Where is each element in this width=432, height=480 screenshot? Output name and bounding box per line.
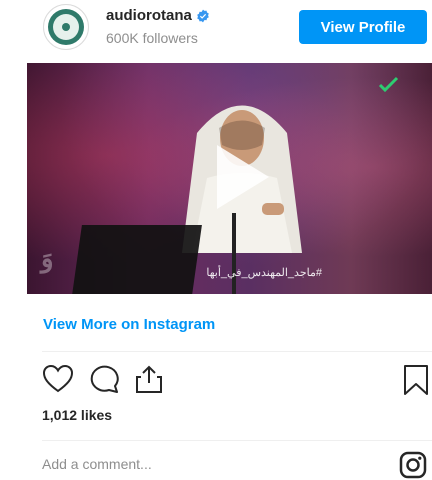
post-header: audiorotana 600K followers View Profile [0,0,432,58]
play-icon[interactable] [197,137,277,217]
verified-badge-icon [197,9,209,22]
view-more-link[interactable]: View More on Instagram [43,316,215,333]
corner-logo: وَ [41,243,54,273]
bookmark-icon[interactable] [402,364,430,396]
instagram-icon[interactable] [399,451,427,479]
music-stand [72,225,202,294]
follower-count: 600K followers [106,30,198,46]
view-profile-button[interactable]: View Profile [299,10,427,44]
avatar[interactable] [43,4,89,50]
username-text[interactable]: audiorotana [106,7,192,24]
video-caption: #ماجد_المهندس_في_أبها [206,267,322,279]
divider [42,440,432,441]
like-count[interactable]: 1,012 likes [42,407,112,423]
heart-icon[interactable] [42,364,74,394]
divider [42,351,432,352]
video-player[interactable]: وَ #ماجد_المهندس_في_أبها [27,63,432,294]
microphone-stand [232,213,236,294]
channel-logo-icon [378,76,399,93]
share-icon[interactable] [134,364,164,394]
username[interactable]: audiorotana [106,7,210,24]
comment-icon[interactable] [89,364,121,394]
comment-input[interactable]: Add a comment... [42,456,152,472]
action-bar [42,364,432,398]
